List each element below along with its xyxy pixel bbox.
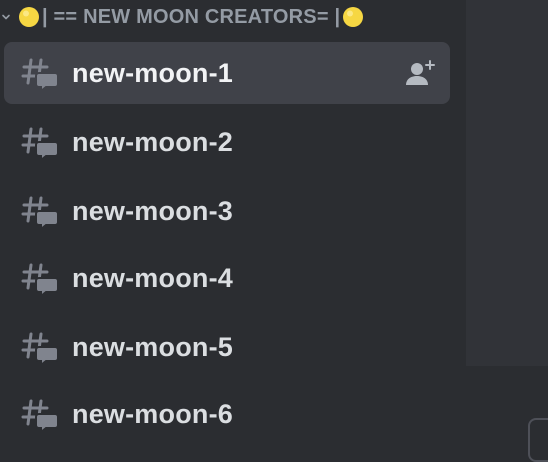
yellow-circle-emoji-icon [342,6,364,28]
add-member-icon[interactable] [404,59,436,87]
channel-new-moon-5[interactable]: new-moon-5 [4,316,450,378]
channel-name: new-moon-2 [72,126,233,157]
channel-new-moon-4[interactable]: new-moon-4 [4,247,450,309]
category-title: | == NEW MOON CREATORS= | [42,5,341,28]
chevron-down-icon[interactable] [0,12,12,22]
panel-outline [528,418,548,462]
channel-new-moon-6[interactable]: new-moon-6 [4,383,450,445]
channel-name: new-moon-1 [72,57,233,88]
text-thread-channel-icon [20,397,60,435]
category-header[interactable]: | == NEW MOON CREATORS= | [0,0,466,34]
channel-sidebar: | == NEW MOON CREATORS= | new-moon-1 new… [0,0,466,448]
yellow-circle-emoji-icon [18,6,40,28]
channel-new-moon-3[interactable]: new-moon-3 [4,180,450,242]
main-content-area [466,0,548,462]
text-thread-channel-icon [20,125,60,163]
channel-name: new-moon-5 [72,331,233,362]
channel-name: new-moon-6 [72,398,233,429]
channel-new-moon-1[interactable]: new-moon-1 [4,42,450,104]
channel-new-moon-2[interactable]: new-moon-2 [4,111,450,173]
text-thread-channel-icon [20,56,60,94]
text-thread-channel-icon [20,194,60,232]
text-thread-channel-icon [20,261,60,299]
channel-name: new-moon-4 [72,262,233,293]
channel-name: new-moon-3 [72,195,233,226]
text-thread-channel-icon [20,330,60,368]
